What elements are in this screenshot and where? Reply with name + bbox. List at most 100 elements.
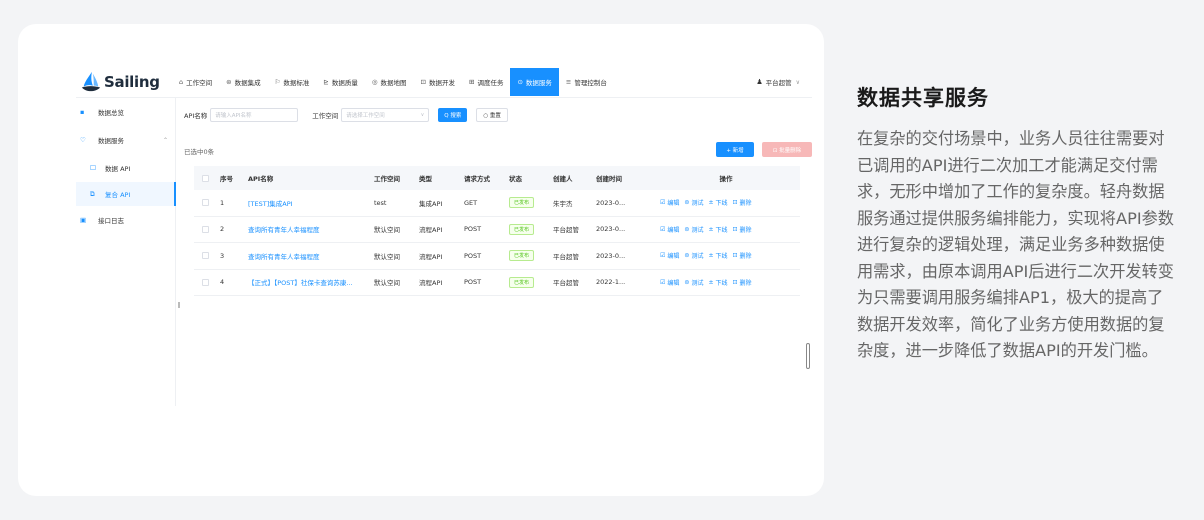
api-name-link[interactable]: [TEST]集成API <box>246 198 374 208</box>
nav-item-label: 管理控制台 <box>574 79 607 87</box>
delete-link[interactable]: ⊡ 删除 <box>733 251 752 260</box>
nav-item-data-development[interactable]: ⊡ 数据开发 <box>414 68 462 96</box>
offline-label: 下线 <box>715 226 728 234</box>
row-checkbox[interactable] <box>202 225 209 233</box>
edit-label: 编辑 <box>667 253 680 261</box>
workspace-cell: 默认空间 <box>374 252 400 261</box>
row-checkbox-cell <box>194 252 218 260</box>
table-row: 2 查询所有青年人幸福程度 默认空间 流程API POST 已发布 平台超管 2023-0..… <box>194 217 800 243</box>
nav-item-label: 数据开发 <box>429 79 455 87</box>
table-row: 1 [TEST]集成API test 集成API GET 已发布 朱宇杰 2023-0... ☑… <box>194 190 800 217</box>
row-checkbox[interactable] <box>202 252 209 260</box>
sidebar-item-data-api[interactable]: ☐ 数据 API <box>76 156 176 180</box>
sidebar-item-composite-api[interactable]: ⧉ 复合 API <box>76 182 176 206</box>
column-header-status[interactable]: 状态 <box>509 173 553 183</box>
column-header-method[interactable]: 请求方式 <box>464 173 509 183</box>
batch-delete-button[interactable]: ⊡ 批量删除 <box>762 142 812 157</box>
nav-item-label: 数据标准 <box>283 79 310 87</box>
delete-link[interactable]: ⊡ 删除 <box>733 198 752 207</box>
method-cell: POST <box>464 225 482 234</box>
test-icon: ⊜ <box>684 199 690 207</box>
status-cell: 已发布 <box>509 250 553 262</box>
column-header-creator[interactable]: 创建人 <box>553 173 596 183</box>
workspace-cell: test <box>374 198 387 207</box>
edit-link[interactable]: ☑ 编辑 <box>660 251 679 260</box>
sail-logo-icon <box>81 71 101 92</box>
nav-item-data-quality[interactable]: ⊵ 数据质量 <box>316 68 364 96</box>
row-checkbox-cell <box>194 199 218 207</box>
sidebar-item-api-log[interactable]: ▣ 接口日志 <box>76 208 176 232</box>
sidebar-resize-handle[interactable] <box>178 302 180 308</box>
selected-count: 已选中0条 <box>184 148 215 156</box>
data-map-icon: ◎ <box>371 78 378 86</box>
edit-icon: ☑ <box>660 225 666 233</box>
test-icon: ⊜ <box>684 278 690 286</box>
column-header-workspace[interactable]: 工作空间 <box>374 173 419 183</box>
delete-link[interactable]: ⊡ 删除 <box>733 225 752 234</box>
test-link[interactable]: ⊜ 测试 <box>684 251 703 260</box>
test-link[interactable]: ⊜ 测试 <box>684 198 703 207</box>
data-service-icon: ♡ <box>80 136 86 144</box>
nav-item-data-standard[interactable]: ⚐ 数据标准 <box>268 68 317 96</box>
column-header-type[interactable]: 类型 <box>419 173 464 183</box>
nav-item-label: 数据地图 <box>380 79 407 87</box>
test-link[interactable]: ⊜ 测试 <box>684 225 703 234</box>
main-menu: ⌂ 工作空间 ⊜ 数据集成 ⚐ 数据标准 ⊵ 数据质量 ◎ 数据地图 ⊡ 数据开发 ⊞ 调度任务 ⊙ 数据服务… <box>172 66 614 98</box>
offline-link[interactable]: ± 下线 <box>708 251 727 260</box>
status-cell: 已发布 <box>509 197 553 209</box>
sidebar-item-data-overview[interactable]: ▪ 数据总览 <box>76 100 176 124</box>
logo[interactable]: Sailing <box>80 70 160 94</box>
nav-item-management-console[interactable]: ≡ 管理控制台 <box>559 68 614 96</box>
row-checkbox[interactable] <box>202 278 209 286</box>
sidebar-item-label: 数据服务 <box>98 137 124 145</box>
offline-icon: ± <box>708 278 714 286</box>
sidebar-item-label: 接口日志 <box>98 217 124 225</box>
offline-link[interactable]: ± 下线 <box>708 278 727 287</box>
column-header-index[interactable]: 序号 <box>218 173 246 183</box>
status-badge: 已发布 <box>509 250 535 262</box>
test-icon: ⊜ <box>684 225 690 233</box>
workspace-select[interactable]: 请选择工作空间 ∨ <box>341 108 430 122</box>
column-header-api-name[interactable]: API名称 <box>246 173 374 183</box>
nav-item-workspace[interactable]: ⌂ 工作空间 <box>172 68 219 96</box>
add-button[interactable]: + 新增 <box>716 142 754 157</box>
api-name-label: API名称 <box>184 112 208 120</box>
sidebar-item-label: 复合 API <box>105 191 131 199</box>
edit-link[interactable]: ☑ 编辑 <box>660 278 679 287</box>
scrollbar[interactable] <box>806 343 810 369</box>
delete-link[interactable]: ⊡ 删除 <box>733 278 752 287</box>
edit-icon: ☑ <box>660 278 666 286</box>
offline-link[interactable]: ± 下线 <box>708 225 727 234</box>
search-button[interactable]: Q 搜索 <box>438 108 468 122</box>
row-index: 3 <box>220 251 225 260</box>
edit-link[interactable]: ☑ 编辑 <box>660 225 679 234</box>
test-label: 测试 <box>691 200 704 208</box>
test-link[interactable]: ⊜ 测试 <box>684 278 703 287</box>
nav-item-schedule-task[interactable]: ⊞ 调度任务 <box>462 68 510 96</box>
edit-label: 编辑 <box>667 200 680 208</box>
user-name: 平台超管 <box>765 79 792 87</box>
test-label: 测试 <box>691 226 704 234</box>
api-name-input[interactable]: 请输入API名称 <box>210 108 299 122</box>
row-checkbox[interactable] <box>202 199 209 207</box>
offline-link[interactable]: ± 下线 <box>708 198 727 207</box>
api-name-link[interactable]: 查询所有青年人幸福程度 <box>246 251 374 261</box>
user-menu[interactable]: ♟ 平台超管 ∨ <box>756 66 800 98</box>
nav-item-data-map[interactable]: ◎ 数据地图 <box>365 68 414 96</box>
edit-label: 编辑 <box>667 279 680 287</box>
logo-text: Sailing <box>104 73 160 91</box>
status-badge: 已发布 <box>509 223 535 235</box>
column-header-operations: 操作 <box>719 175 733 183</box>
api-name-link[interactable]: 查询所有青年人幸福程度 <box>246 224 374 234</box>
nav-item-data-integration[interactable]: ⊜ 数据集成 <box>219 68 267 96</box>
nav-item-data-service[interactable]: ⊙ 数据服务 <box>510 68 559 96</box>
page: Sailing ⌂ 工作空间 ⊜ 数据集成 ⚐ 数据标准 ⊵ 数据质量 ◎ 数据地图 ⊡ 数据开发 ⊞ 调… <box>0 0 1204 520</box>
reset-button[interactable]: ○ 重置 <box>476 108 508 122</box>
column-header-created-time[interactable]: 创建时间 <box>596 173 652 183</box>
select-all-checkbox[interactable] <box>202 174 209 182</box>
api-name-link[interactable]: 【正式】【POST】社保卡查询苏康... <box>246 277 374 287</box>
edit-label: 编辑 <box>667 226 680 234</box>
edit-link[interactable]: ☑ 编辑 <box>660 198 679 207</box>
sidebar-item-data-service[interactable]: ♡ 数据服务 ⌃ <box>76 128 176 152</box>
chevron-up-icon[interactable]: ⌃ <box>163 137 168 144</box>
